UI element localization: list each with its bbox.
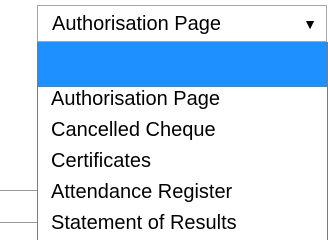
page-fragment: Authorisation Page ▼ Authorisation Page … — [0, 0, 328, 240]
dropdown-option-list[interactable]: Authorisation Page Cancelled Cheque Cert… — [37, 42, 328, 240]
option-certificates[interactable]: Certificates — [51, 149, 151, 173]
option-statement-of-results[interactable]: Statement of Results — [51, 211, 237, 235]
option-attendance-register[interactable]: Attendance Register — [51, 180, 232, 204]
document-type-select[interactable]: Authorisation Page ▼ — [37, 5, 327, 42]
triangle-down-icon: ▼ — [303, 16, 317, 32]
selected-option-label: Authorisation Page — [52, 13, 222, 35]
option-authorisation-page[interactable]: Authorisation Page — [51, 87, 220, 111]
highlighted-empty-option[interactable] — [38, 42, 327, 87]
option-cancelled-cheque[interactable]: Cancelled Cheque — [51, 118, 216, 142]
background-divider-line — [0, 222, 37, 223]
background-divider-line — [0, 190, 37, 191]
